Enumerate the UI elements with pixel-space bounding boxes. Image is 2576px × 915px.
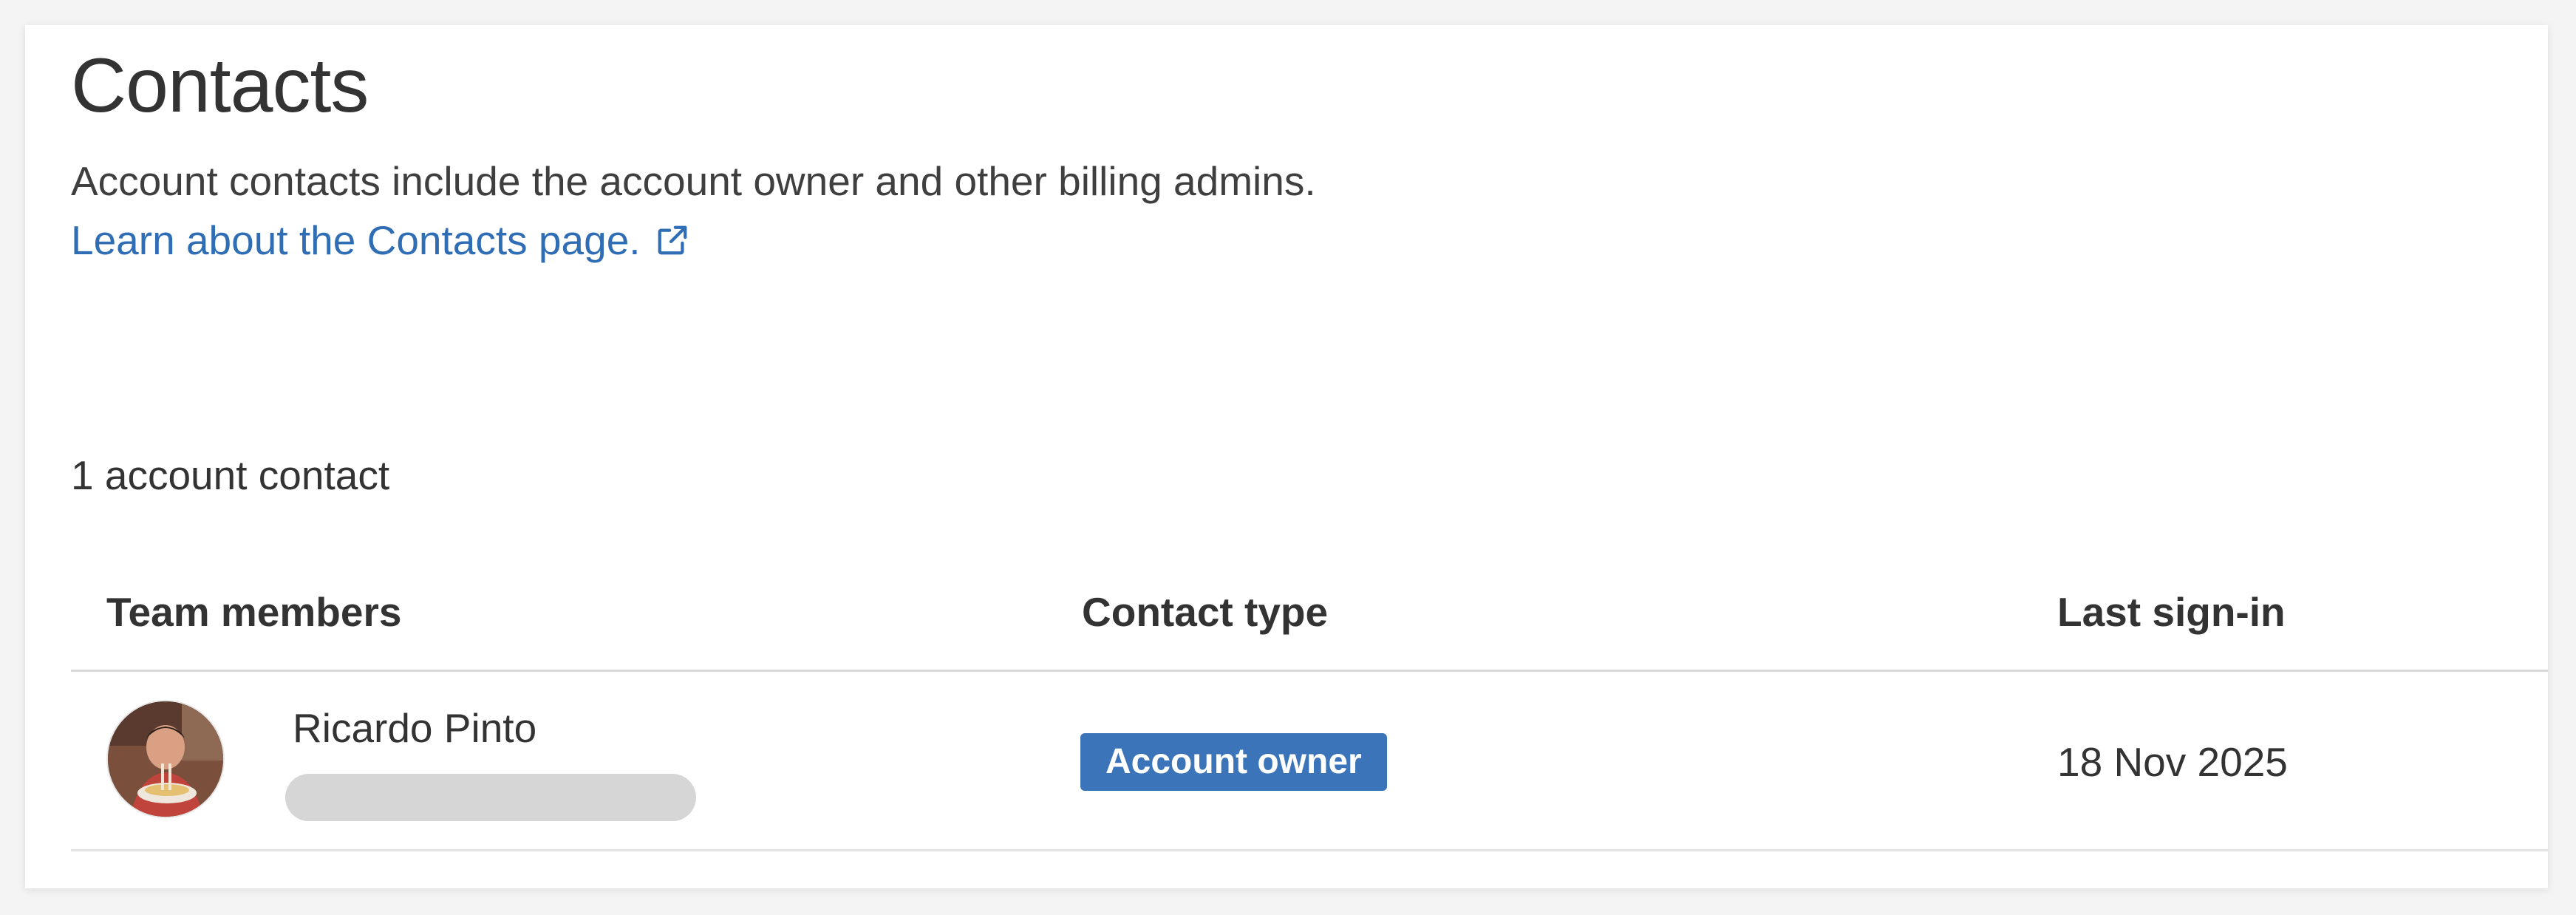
page-title: Contacts	[71, 43, 369, 129]
external-link-icon	[658, 225, 686, 255]
column-header-last-sign-in: Last sign-in	[2057, 589, 2286, 635]
column-header-team-members: Team members	[106, 589, 402, 635]
avatar-photo	[108, 701, 223, 817]
contacts-table: Team members Contact type Last sign-in R…	[71, 557, 2548, 851]
avatar	[106, 700, 225, 818]
member-name: Ricardo Pinto	[293, 705, 537, 751]
column-header-contact-type: Contact type	[1082, 589, 1329, 635]
table-row: Ricardo Pinto Account owner 18 Nov 2025	[71, 672, 2548, 851]
learn-contacts-link[interactable]: Learn about the Contacts page.	[71, 216, 689, 265]
learn-link-label: Learn about the Contacts page.	[71, 217, 641, 263]
page-description: Account contacts include the account own…	[71, 158, 1316, 204]
contact-count: 1 account contact	[71, 452, 390, 498]
table-header: Team members Contact type Last sign-in	[71, 557, 2548, 672]
contact-type-badge: Account owner	[1080, 733, 1387, 791]
last-sign-in-date: 18 Nov 2025	[2057, 739, 2288, 785]
member-email-redacted	[285, 774, 696, 821]
contacts-card: Contacts Account contacts include the ac…	[25, 25, 2548, 888]
